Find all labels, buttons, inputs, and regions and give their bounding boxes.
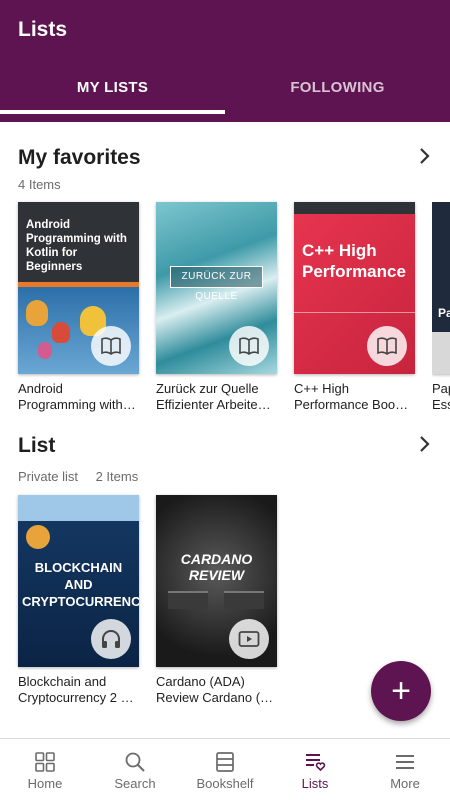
book-format-badge — [91, 326, 131, 366]
book-shelf: Android Programming with Kotlin for Begi… — [18, 202, 450, 413]
nav-home[interactable]: Home — [0, 739, 90, 800]
book-cover[interactable]: C++ High Performance — [294, 202, 415, 374]
nav-label: Search — [114, 776, 156, 791]
book-shelf: BLOCKCHAIN AND CRYPTOCURRENCY Blockchain… — [18, 495, 294, 706]
chevron-right-icon[interactable] — [414, 146, 434, 166]
menu-icon — [396, 755, 414, 769]
headphones-icon — [102, 630, 120, 648]
book-cover[interactable]: ZURÜCK ZUR QUELLE — [156, 202, 277, 374]
add-list-button[interactable]: + — [371, 661, 431, 721]
book-item[interactable]: Android Programming with Kotlin for Begi… — [18, 202, 139, 413]
home-icon — [35, 752, 55, 772]
book-item[interactable]: CARDANO REVIEW Cardano (ADA) Review Card… — [156, 495, 277, 706]
chevron-right-icon[interactable] — [414, 434, 434, 454]
lists-icon — [306, 754, 326, 772]
nav-label: Home — [27, 776, 63, 791]
section-title[interactable]: List — [18, 434, 55, 458]
nav-label: More — [390, 776, 420, 791]
app-bar: Lists MY LISTS FOLLOWING — [0, 0, 450, 122]
cover-title: Pa — [438, 306, 450, 320]
cover-title: CARDANO REVIEW — [180, 551, 253, 583]
book-icon — [239, 337, 259, 355]
cover-title: ZURÜCK ZUR QUELLE — [170, 266, 263, 302]
nav-lists[interactable]: Lists — [270, 739, 360, 800]
list-section-favorites: My favorites 4 Items Android Programming… — [0, 122, 450, 422]
bookshelf-icon — [216, 752, 234, 772]
play-icon — [238, 631, 260, 647]
book-format-badge — [367, 326, 407, 366]
book-format-badge — [91, 619, 131, 659]
page-title: Lists — [18, 18, 68, 41]
tab-following[interactable]: FOLLOWING — [225, 66, 450, 114]
book-title: C++ High Performance Boo… — [294, 381, 409, 412]
book-title: Pap Ess — [432, 381, 450, 412]
book-cover[interactable]: Pa — [432, 202, 450, 374]
item-count: 2 Items — [95, 469, 139, 484]
list-privacy: Private list — [18, 469, 78, 484]
cover-title: BLOCKCHAIN AND CRYPTOCURRENCY — [22, 560, 139, 609]
nav-label: Bookshelf — [196, 776, 254, 791]
bottom-navigation: Home Search Bookshelf Lists More — [0, 738, 450, 800]
book-icon — [377, 337, 397, 355]
book-cover[interactable]: CARDANO REVIEW — [156, 495, 277, 667]
book-format-badge — [229, 619, 269, 659]
tab-indicator — [0, 110, 225, 114]
cover-title: C++ High Performance — [302, 241, 406, 281]
book-item[interactable]: C++ High Performance C++ High Performanc… — [294, 202, 415, 413]
nav-bookshelf[interactable]: Bookshelf — [180, 739, 270, 800]
book-cover[interactable]: BLOCKCHAIN AND CRYPTOCURRENCY — [18, 495, 139, 667]
nav-label: Lists — [301, 776, 329, 791]
book-item[interactable]: Pa Pap Ess — [432, 202, 450, 413]
search-icon — [125, 752, 145, 772]
book-title: Cardano (ADA) Review Cardano (… — [156, 674, 274, 705]
tab-my-lists[interactable]: MY LISTS — [0, 66, 225, 114]
book-icon — [101, 337, 121, 355]
list-section-list: List Private list 2 Items BLOCKCHAIN AND… — [0, 410, 450, 710]
item-count: 4 Items — [18, 177, 61, 192]
book-title: Zurück zur Quelle Effizienter Arbeite… — [156, 381, 271, 412]
book-format-badge — [229, 326, 269, 366]
book-item[interactable]: ZURÜCK ZUR QUELLE Zurück zur Quelle Effi… — [156, 202, 277, 413]
nav-search[interactable]: Search — [90, 739, 180, 800]
cover-title: Android Programming with Kotlin for Begi… — [26, 219, 127, 273]
book-title: Android Programming with… — [18, 381, 136, 412]
section-title[interactable]: My favorites — [18, 146, 141, 170]
book-title: Blockchain and Cryptocurrency 2 … — [18, 674, 134, 705]
section-meta: Private list 2 Items — [18, 469, 152, 484]
book-item[interactable]: BLOCKCHAIN AND CRYPTOCURRENCY Blockchain… — [18, 495, 139, 706]
nav-more[interactable]: More — [360, 739, 450, 800]
tab-bar: MY LISTS FOLLOWING — [0, 66, 450, 114]
section-meta: 4 Items — [18, 177, 75, 192]
book-cover[interactable]: Android Programming with Kotlin for Begi… — [18, 202, 139, 374]
